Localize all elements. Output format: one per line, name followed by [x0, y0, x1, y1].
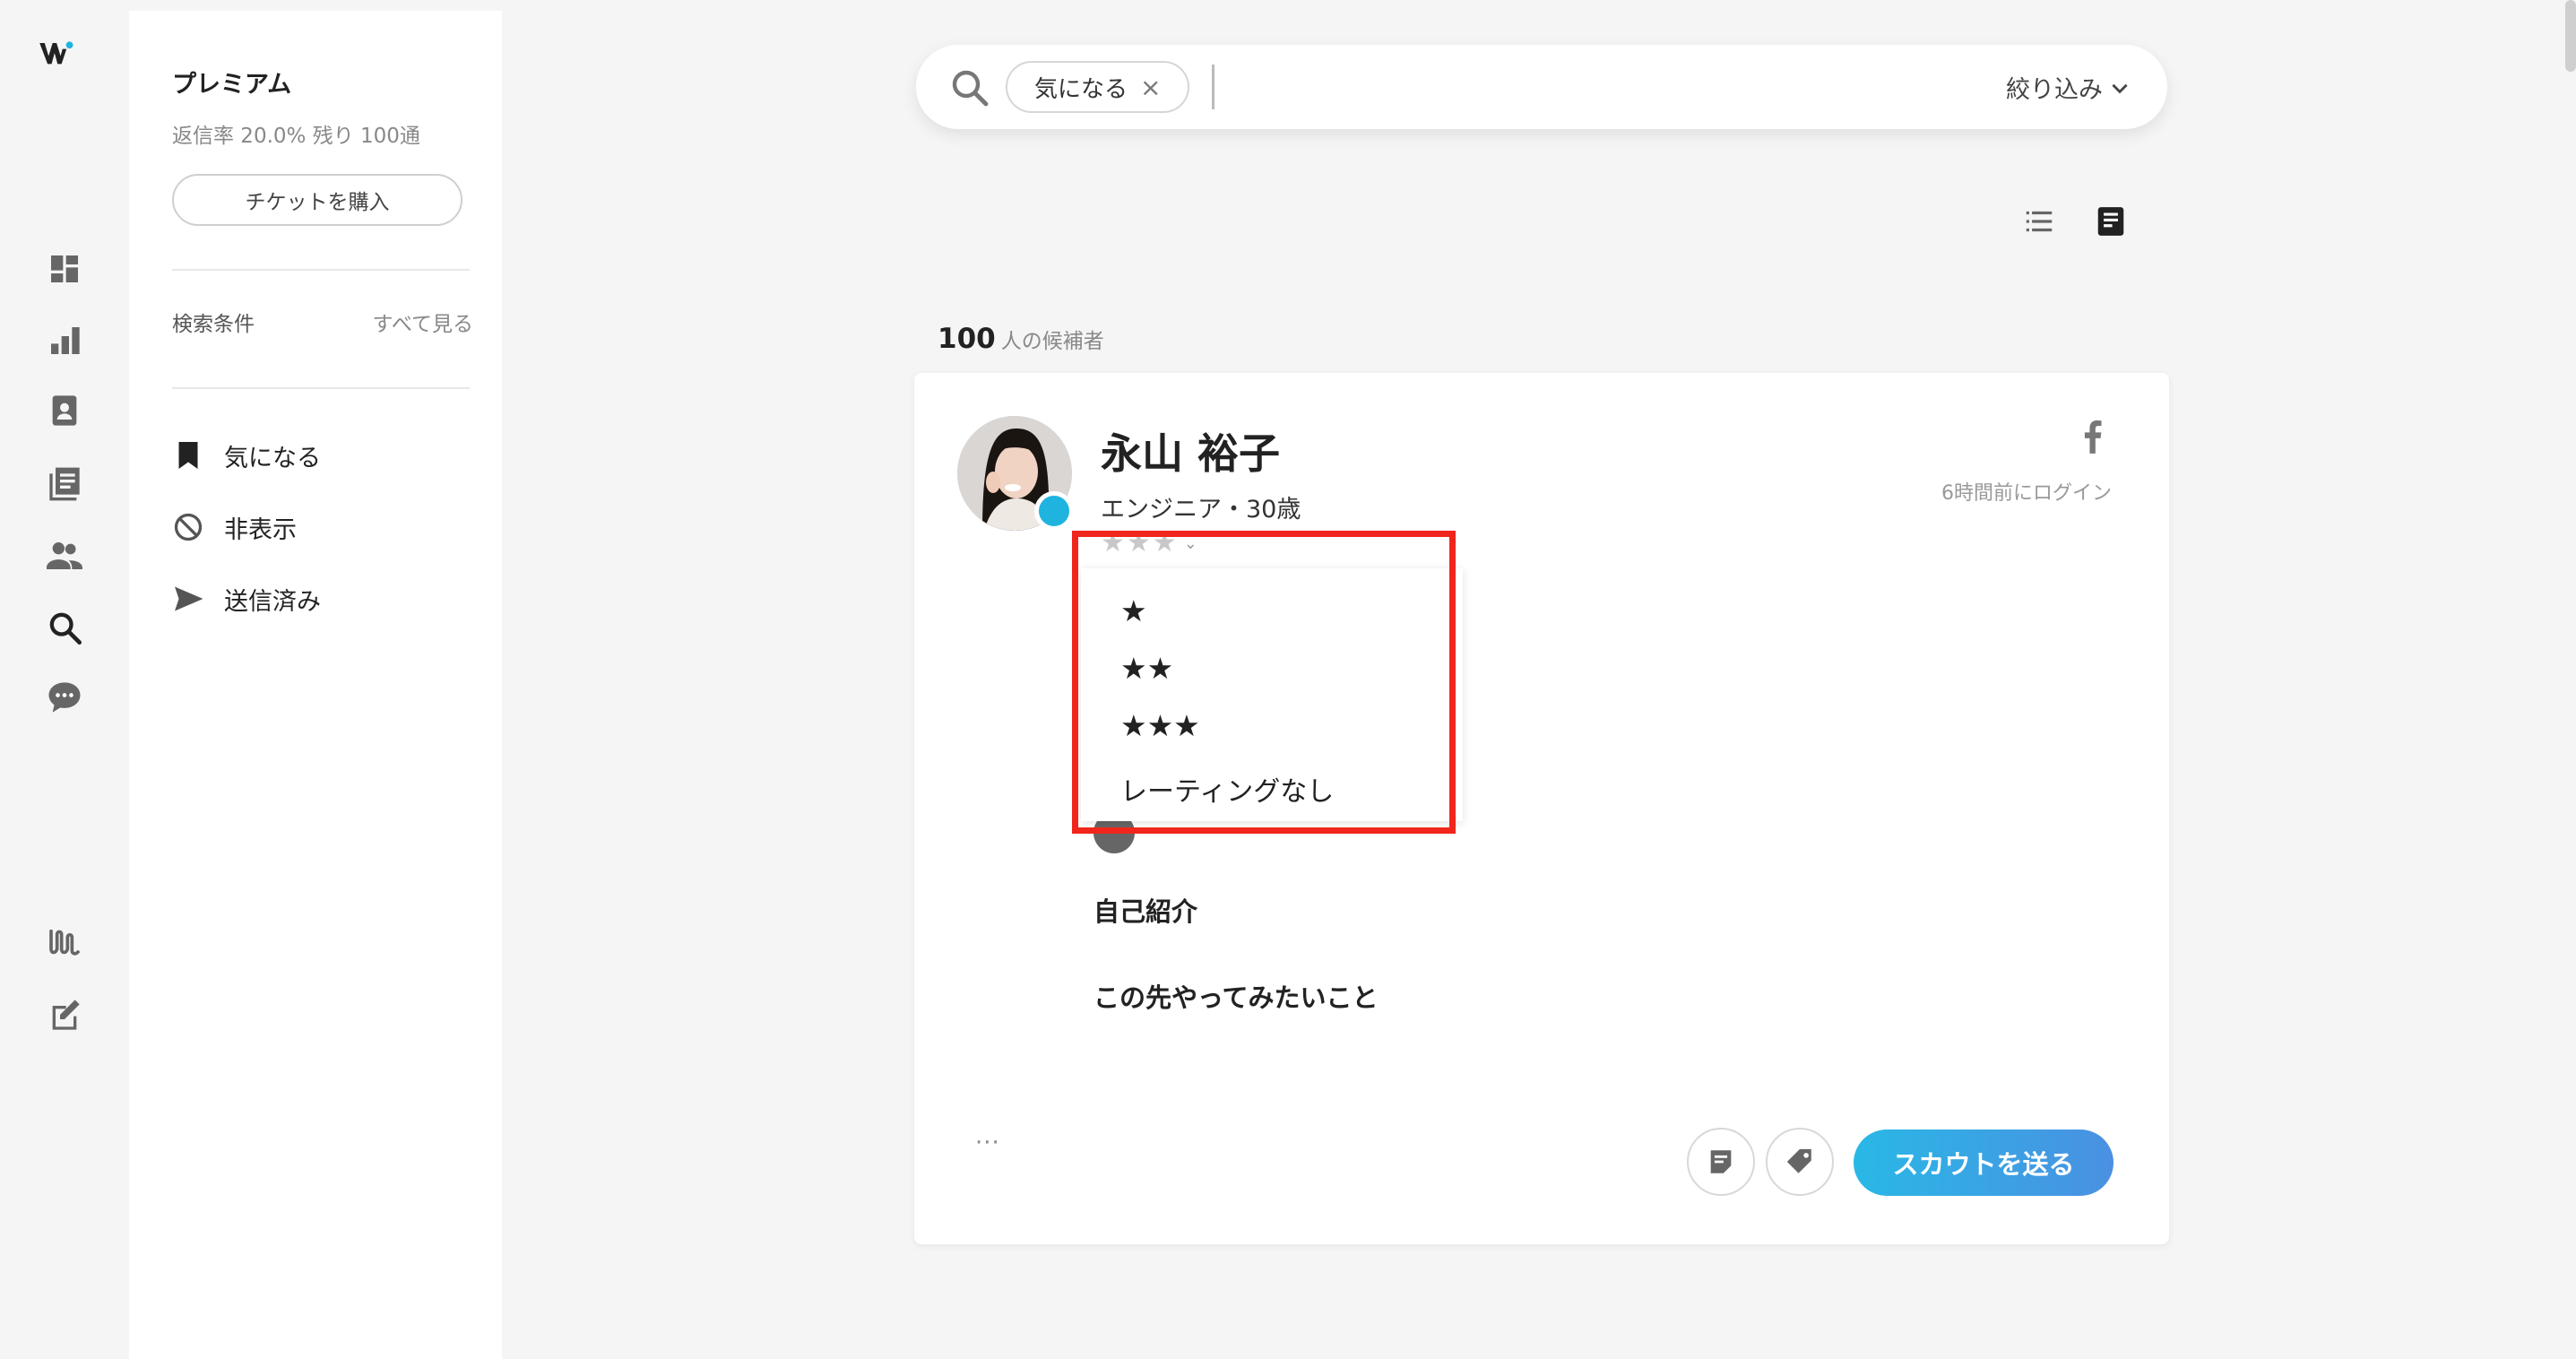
icon-rail [0, 0, 129, 1359]
tag-button[interactable] [1766, 1128, 1834, 1196]
block-icon [174, 513, 203, 541]
divider [172, 269, 470, 271]
logo-icon[interactable] [38, 34, 102, 81]
bookmark-icon [178, 442, 198, 469]
edit-icon[interactable] [45, 995, 84, 1034]
card-view-icon [2097, 207, 2124, 236]
chip-close-icon[interactable]: × [1140, 73, 1161, 102]
last-login: 6時間前にログイン [1941, 482, 2112, 505]
result-count: 100 人の候補者 [938, 323, 1104, 355]
nav-item-label: 送信済み [224, 587, 321, 616]
profile-card-icon[interactable] [45, 391, 84, 430]
search-bar: 気になる × 絞り込み [916, 45, 2167, 129]
refine-label: 絞り込み [2006, 76, 2103, 104]
text-caret [1212, 65, 1215, 109]
nav-item-sent[interactable]: 送信済み [172, 579, 321, 619]
buy-ticket-button[interactable]: チケットを購入 [172, 174, 462, 226]
wantedly-mark-icon[interactable] [45, 923, 84, 963]
dashboard-icon[interactable] [45, 249, 84, 289]
search-input[interactable] [1226, 63, 1854, 111]
list-icon[interactable] [45, 464, 84, 504]
filter-chip-interested[interactable]: 気になる × [1006, 61, 1190, 113]
online-status-dot [1034, 491, 1074, 531]
search-icon[interactable] [45, 608, 84, 647]
search-icon[interactable] [948, 66, 991, 109]
card-view-toggle[interactable] [2090, 201, 2131, 242]
nav-item-interested[interactable]: 気になる [172, 436, 321, 475]
chip-label: 気になる [1034, 75, 1128, 103]
candidate-role: エンジニア・30歳 [1101, 496, 1301, 524]
people-icon[interactable] [45, 536, 84, 576]
facebook-icon[interactable] [2078, 418, 2108, 454]
list-view-toggle[interactable] [2018, 201, 2060, 242]
intro-heading: 自己紹介 [1094, 896, 1198, 927]
memo-icon [1710, 1150, 1732, 1173]
send-icon [175, 586, 203, 611]
send-scout-button[interactable]: スカウトを送る [1854, 1130, 2114, 1196]
candidate-name[interactable]: 永山 裕子 [1101, 421, 1280, 480]
chevron-down-icon [2112, 83, 2128, 93]
tag-icon [1786, 1148, 1811, 1173]
future-heading: この先やってみたいこと [1094, 982, 1379, 1013]
result-count-label: 人の候補者 [1000, 330, 1104, 353]
list-view-icon [2026, 211, 2053, 232]
highlight-box [1072, 531, 1456, 834]
divider [172, 387, 470, 389]
sub-panel: プレミアム 返信率 20.0% 残り 100通 チケットを購入 検索条件 すべて… [129, 11, 502, 1359]
bar-chart-icon[interactable] [45, 321, 84, 360]
search-conditions-label: 検索条件 [172, 313, 255, 336]
more-options-button[interactable]: ··· [975, 1130, 1000, 1156]
nav-item-label: 気になる [224, 444, 321, 472]
nav-item-label: 非表示 [224, 515, 297, 544]
chat-icon[interactable] [45, 678, 84, 717]
plan-title: プレミアム [172, 71, 292, 99]
refine-dropdown[interactable]: 絞り込み [2006, 70, 2131, 105]
candidate-card[interactable]: 永山 裕子 エンジニア・30歳 6時間前にログイン ★★★ ⌄ ★ ★★ ★★★ … [914, 373, 2169, 1244]
memo-button[interactable] [1687, 1128, 1755, 1196]
see-all-link[interactable]: すべて見る [373, 307, 473, 337]
nav-item-hidden[interactable]: 非表示 [172, 507, 297, 547]
reply-stats: 返信率 20.0% 残り 100通 [172, 125, 420, 148]
scrollbar[interactable] [2565, 0, 2576, 72]
result-count-number: 100 [938, 323, 996, 355]
